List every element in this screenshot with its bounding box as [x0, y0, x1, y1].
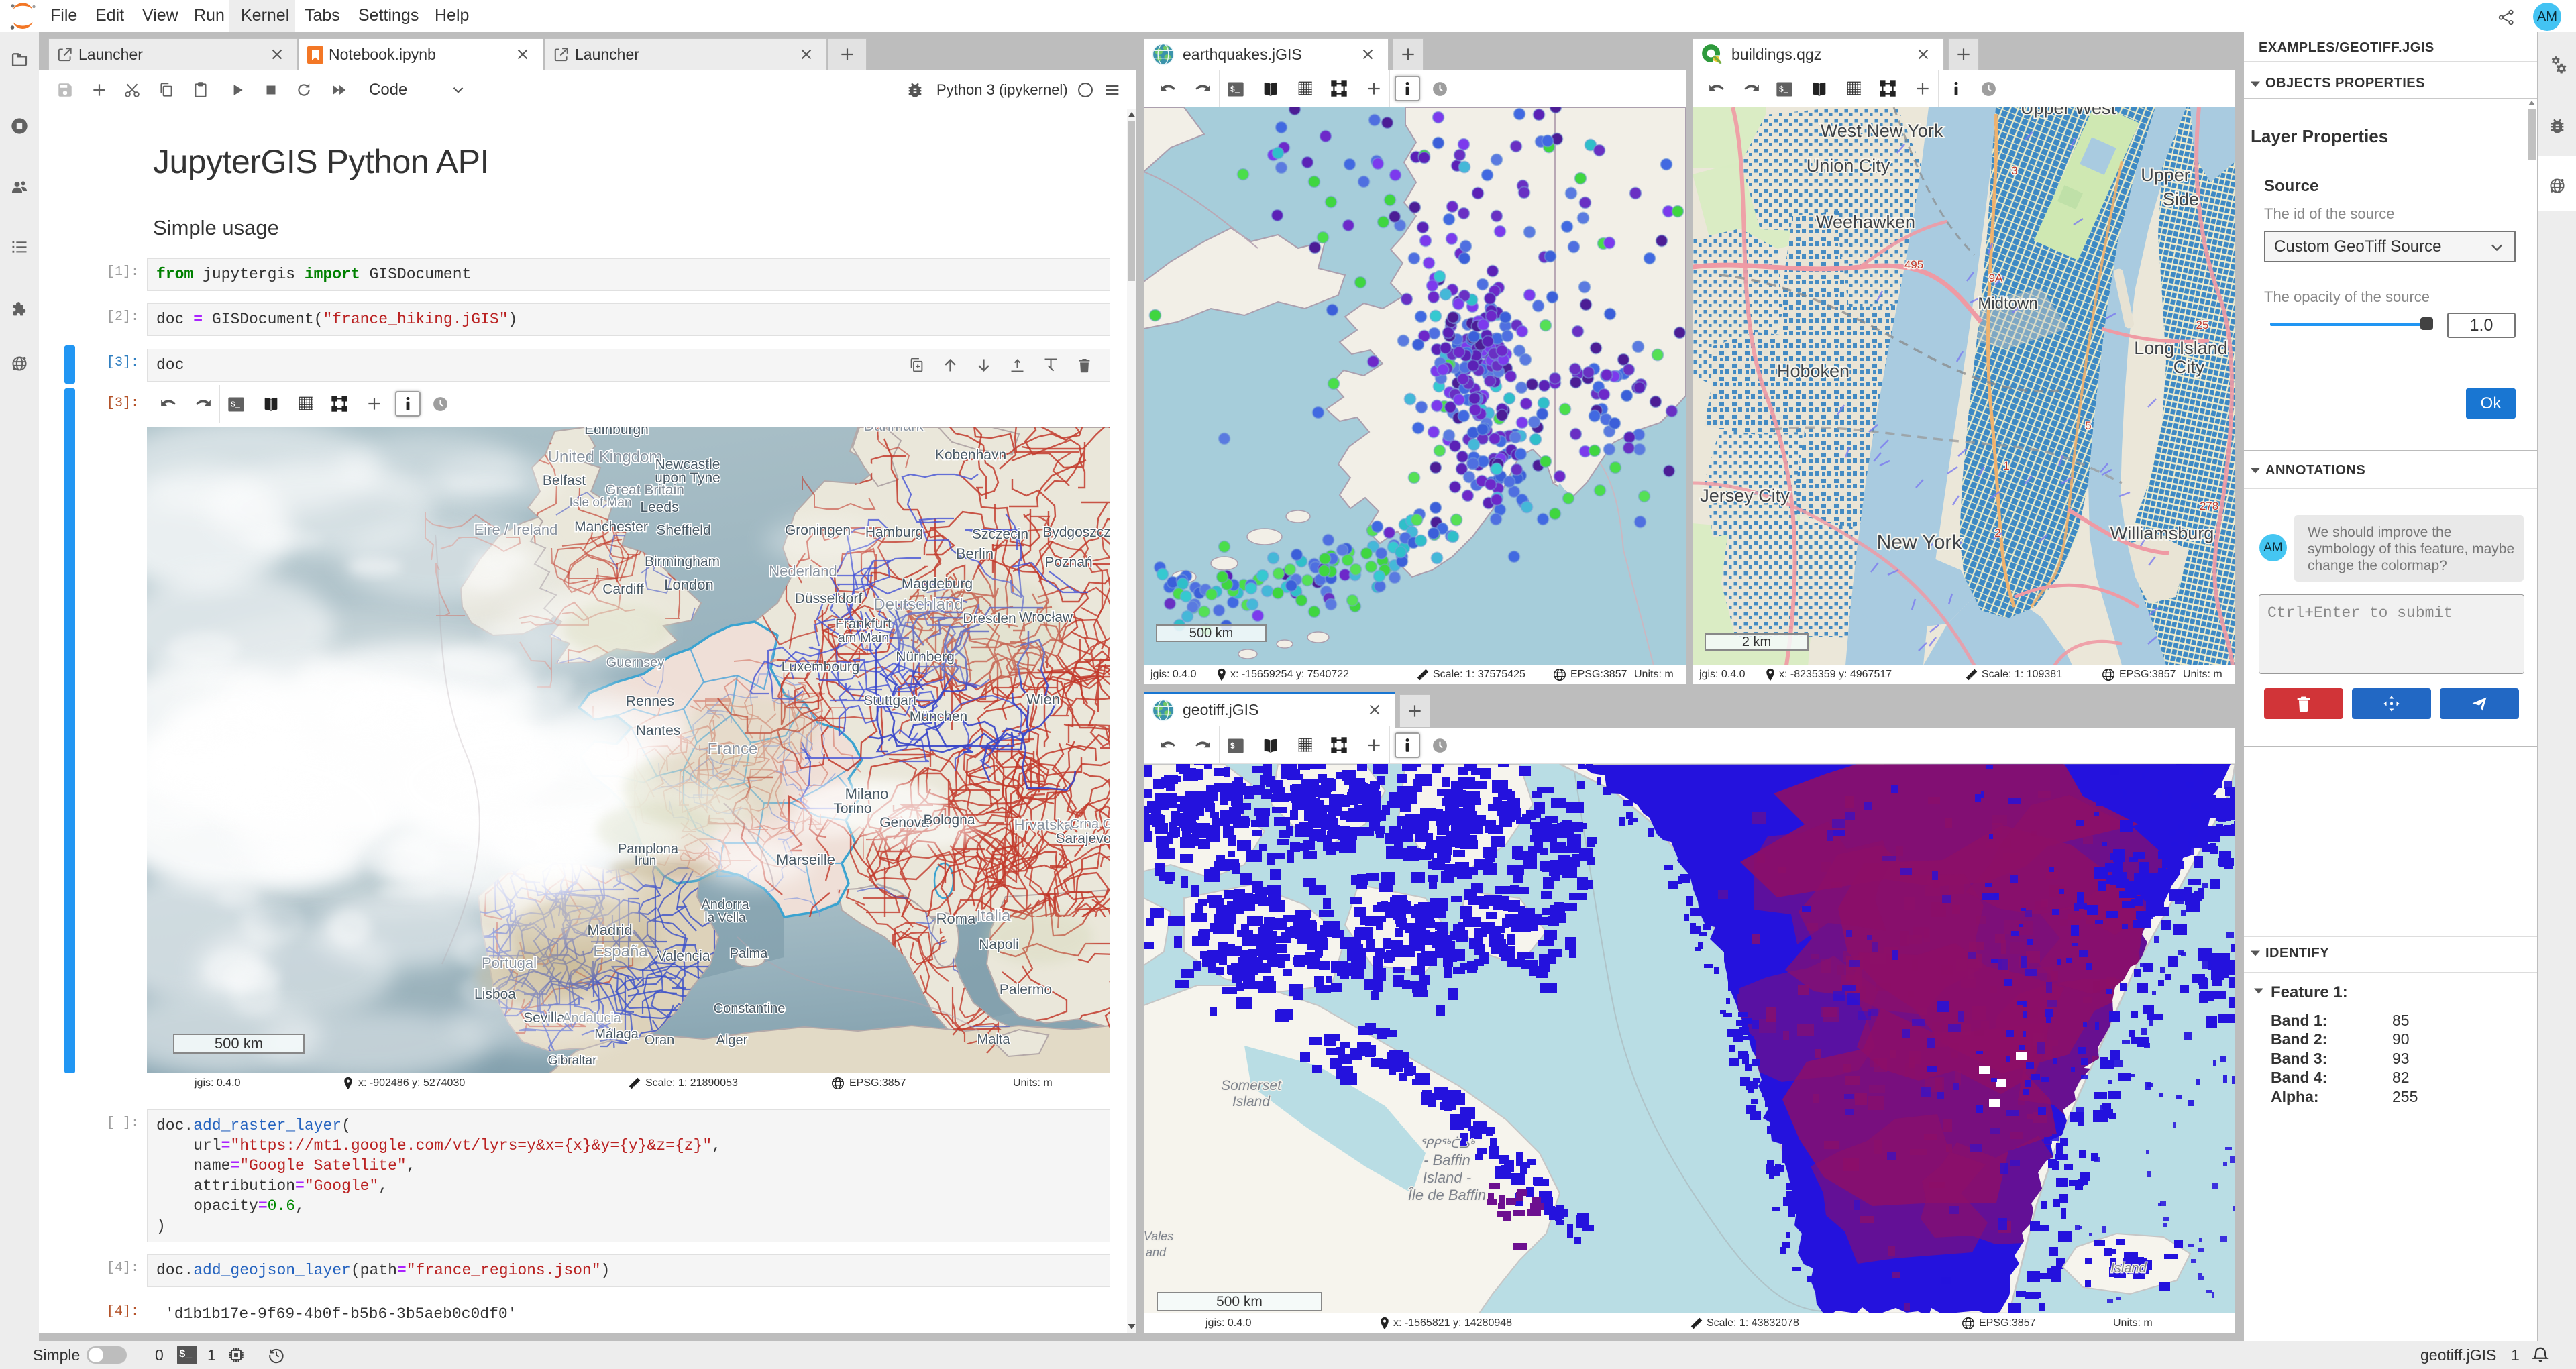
svg-text:Berlin: Berlin — [956, 545, 994, 562]
svg-text:Irun: Irun — [635, 854, 657, 868]
svg-text:Union City: Union City — [1807, 156, 1890, 176]
svg-text:Hoboken: Hoboken — [1777, 361, 1849, 381]
svg-text:$_: $_ — [1230, 742, 1240, 751]
svg-text:West New York: West New York — [1821, 121, 1943, 141]
svg-text:5: 5 — [2085, 419, 2091, 432]
svg-text:Crna G: Crna G — [1070, 817, 1110, 832]
svg-text:Rennes: Rennes — [626, 694, 674, 709]
svg-text:3: 3 — [2011, 164, 2017, 177]
svg-text:am Main: am Main — [838, 631, 890, 645]
svg-text:Hamburg: Hamburg — [865, 525, 923, 540]
svg-text:Edinburgh: Edinburgh — [584, 427, 649, 437]
svg-text:Marseille: Marseille — [776, 851, 835, 868]
svg-text:$_: $_ — [1779, 85, 1789, 95]
svg-text:City: City — [2174, 357, 2205, 377]
svg-text:Williamsburg: Williamsburg — [2110, 523, 2214, 543]
svg-text:Frankfurt: Frankfurt — [835, 616, 892, 632]
svg-text:Bydgoszcz: Bydgoszcz — [1042, 525, 1110, 540]
svg-text:Roma: Roma — [936, 910, 976, 927]
svg-text:Danmark: Danmark — [863, 427, 924, 434]
svg-text:Nantes: Nantes — [636, 723, 681, 738]
svg-text:Nederland: Nederland — [769, 563, 837, 580]
svg-text:Weehawken: Weehawken — [1816, 212, 1915, 232]
svg-text:la Vella: la Vella — [704, 911, 746, 925]
svg-text:Long Island: Long Island — [2134, 338, 2228, 358]
svg-text:München: München — [910, 709, 967, 724]
svg-text:2: 2 — [1994, 527, 2000, 539]
svg-text:Magdeburg: Magdeburg — [902, 576, 973, 592]
svg-text:Leeds: Leeds — [640, 500, 678, 515]
svg-text:278: 278 — [2200, 500, 2218, 512]
svg-text:Jersey City: Jersey City — [1700, 486, 1790, 506]
svg-text:Kobenhavn: Kobenhavn — [935, 447, 1006, 463]
svg-text:25: 25 — [2196, 319, 2209, 331]
svg-text:Milano: Milano — [845, 785, 889, 802]
svg-text:Andalucia: Andalucia — [562, 1011, 622, 1026]
svg-text:$_: $_ — [231, 400, 241, 410]
svg-text:Island: Island — [1232, 1094, 1271, 1109]
svg-text:Düsseldorf: Düsseldorf — [795, 591, 863, 606]
svg-text:Constantine: Constantine — [714, 1001, 786, 1016]
svg-text:Upper: Upper — [2141, 165, 2190, 185]
svg-text:ᕿᑭᖅᑖᓗᒃ: ᕿᑭᖅᑖᓗᒃ — [1420, 1136, 1476, 1150]
svg-text:Oran: Oran — [645, 1033, 674, 1048]
svg-text:Île de Baffin: Île de Baffin — [1408, 1187, 1486, 1203]
svg-text:Valencia: Valencia — [657, 948, 710, 964]
svg-text:- Baffin: - Baffin — [1424, 1152, 1470, 1168]
svg-text:Island -: Island - — [1423, 1169, 1471, 1186]
svg-text:Upper West: Upper West — [2021, 107, 2116, 118]
svg-text:Side: Side — [2163, 189, 2199, 209]
svg-text:Lisboa: Lisboa — [474, 987, 516, 1002]
svg-text:Cardiff: Cardiff — [602, 582, 644, 597]
svg-text:Luxembourg: Luxembourg — [782, 659, 860, 675]
svg-text:Eire / Ireland: Eire / Ireland — [474, 521, 558, 538]
svg-text:United Kingdom: United Kingdom — [548, 448, 663, 466]
svg-text:Italia: Italia — [977, 907, 1011, 925]
svg-text:Vales: Vales — [1144, 1229, 1173, 1243]
svg-text:Island: Island — [2110, 1261, 2147, 1276]
svg-text:Sarajevo: Sarajevo — [1056, 831, 1110, 846]
svg-text:Birmingham: Birmingham — [645, 554, 720, 569]
svg-text:Wrocław: Wrocław — [1019, 610, 1073, 625]
svg-text:Dresden: Dresden — [963, 611, 1016, 626]
svg-text:Madrid: Madrid — [587, 922, 632, 938]
svg-text:Manchester: Manchester — [574, 519, 648, 535]
svg-text:$_: $_ — [1230, 85, 1240, 95]
svg-text:España: España — [593, 942, 648, 961]
svg-text:Isle of Man: Isle of Man — [570, 496, 632, 510]
svg-text:Guernsey: Guernsey — [606, 655, 665, 670]
svg-text:Bologna: Bologna — [923, 812, 975, 828]
svg-text:Groningen: Groningen — [785, 523, 851, 538]
svg-text:Nürnberg: Nürnberg — [896, 649, 955, 665]
svg-text:Sevilla: Sevilla — [523, 1010, 565, 1026]
svg-text:Palermo: Palermo — [1000, 982, 1052, 997]
svg-text:Deutschland: Deutschland — [873, 596, 963, 614]
svg-text:Stuttgart: Stuttgart — [863, 693, 917, 708]
svg-text:495: 495 — [1904, 258, 1923, 271]
svg-text:Malta: Malta — [977, 1032, 1011, 1047]
svg-text:9A: 9A — [1989, 272, 2003, 284]
svg-text:Napoli: Napoli — [979, 937, 1019, 952]
svg-text:Palma: Palma — [730, 946, 769, 961]
svg-text:New York: New York — [1877, 531, 1963, 553]
svg-text:Portugal: Portugal — [482, 954, 537, 971]
svg-text:London: London — [664, 576, 713, 593]
svg-text:Gibraltar: Gibraltar — [548, 1054, 598, 1068]
svg-text:Belfast: Belfast — [543, 473, 586, 488]
svg-text:Midtown: Midtown — [1978, 294, 2037, 313]
svg-text:France: France — [708, 740, 758, 758]
svg-text:Somerset: Somerset — [1221, 1078, 1282, 1093]
svg-text:and: and — [1146, 1246, 1167, 1259]
svg-text:Málaga: Málaga — [594, 1027, 639, 1042]
svg-text:Genova: Genova — [879, 815, 929, 830]
svg-text:Andorra: Andorra — [701, 897, 749, 912]
svg-text:1: 1 — [2003, 459, 2009, 472]
svg-text:Sheffield: Sheffield — [656, 523, 710, 538]
svg-text:Torino: Torino — [833, 801, 871, 816]
svg-text:Alger: Alger — [716, 1033, 748, 1048]
svg-text:Poznań: Poznań — [1044, 555, 1092, 570]
svg-text:Szczecin: Szczecin — [972, 527, 1028, 542]
svg-text:Wien: Wien — [1026, 691, 1060, 708]
